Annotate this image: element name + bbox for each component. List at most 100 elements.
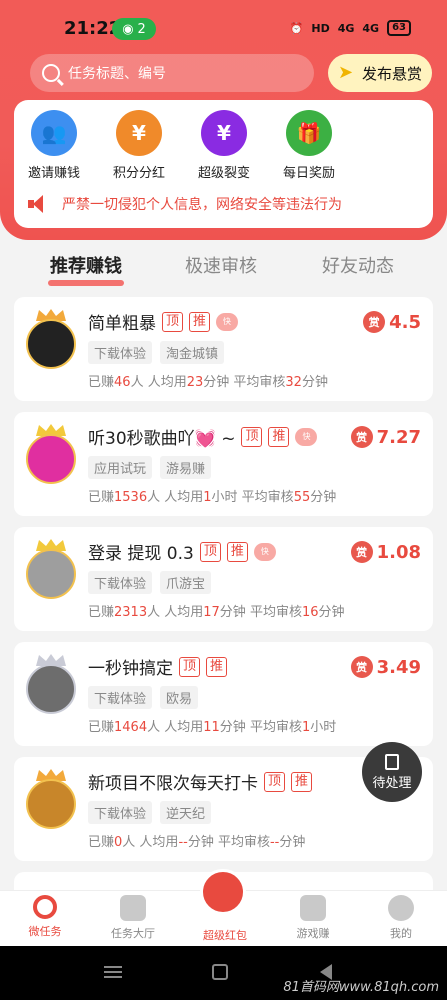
tab-recommended[interactable]: 推荐赚钱	[48, 252, 124, 286]
top-badge: 顶	[241, 426, 263, 447]
nav-label: 游戏赚	[296, 927, 330, 940]
feature-daily[interactable]: 🎁 每日奖励	[269, 110, 349, 181]
feature-points[interactable]: ¥ 积分分红	[99, 110, 179, 181]
tab-fast-review[interactable]: 极速审核	[185, 252, 257, 278]
recommend-badge: 推	[206, 656, 228, 677]
tag-list: 下载体验 爪游宝	[88, 571, 212, 594]
watermark: 81首码网www.81qh.com	[283, 980, 439, 995]
stats-text: 小时	[310, 720, 337, 735]
reward-amount: 1.08	[376, 541, 421, 563]
task-card[interactable]: 登录 提现 0.3 顶 推 快 赏 1.08 下载体验 爪游宝 已赚2313人 …	[14, 527, 433, 631]
stats-text: 已赚	[88, 490, 115, 505]
tab-friend-activity[interactable]: 好友动态	[322, 252, 394, 278]
recommend-badge: 推	[226, 541, 248, 562]
recommend-badge: 推	[268, 426, 290, 447]
avatar	[26, 319, 76, 369]
avatar	[26, 779, 76, 829]
stats-text: 已赚	[88, 720, 115, 735]
stats-text: 分钟	[203, 375, 230, 390]
avg-time: 17	[203, 605, 220, 620]
avg-time: --	[178, 835, 188, 850]
reward-icon: 赏	[350, 426, 373, 448]
avatar	[26, 664, 76, 714]
stats-text: 分钟	[318, 605, 345, 620]
quick-badge-icon: 快	[253, 542, 276, 561]
stats-text: 分钟	[279, 835, 306, 850]
stats-text: 人 人均用	[147, 490, 204, 505]
task-stats: 已赚1464人 人均用11分钟 平均审核1小时	[88, 716, 336, 735]
battery-icon: 63	[387, 20, 411, 36]
stats-text: 人 人均用	[130, 375, 187, 390]
task-title-row: 一秒钟搞定 顶 推	[88, 654, 228, 679]
feature-panel: 👥 邀请赚钱 ¥ 积分分红 ¥ 超级裂变 🎁 每日奖励 严禁一切侵犯个人信息，网…	[14, 100, 433, 228]
signal-icon-1: 4G	[337, 21, 355, 35]
publish-label: 发布悬赏	[361, 64, 422, 83]
pending-button[interactable]: 待处理	[362, 742, 422, 802]
signal-icon-2: 4G	[362, 21, 380, 35]
tab-bar: 推荐赚钱 极速审核 好友动态	[0, 252, 447, 286]
nav-mine[interactable]: 我的	[366, 895, 436, 941]
wifi-pill: ◉ 2	[112, 18, 156, 40]
tag: 下载体验	[88, 571, 153, 594]
search-icon	[42, 64, 60, 82]
publish-reward-button[interactable]: ➤ 发布悬赏	[328, 54, 432, 92]
task-card[interactable]: 简单粗暴 顶 推 快 赏 4.5 下载体验 淘金城镇 已赚46人 人均用23分钟…	[14, 297, 433, 401]
reward-icon: 赏	[350, 656, 373, 678]
nav-game-earn[interactable]: 游戏赚	[278, 895, 348, 941]
home-icon[interactable]	[212, 964, 228, 980]
tag: 淘金城镇	[160, 341, 225, 364]
tag: 下载体验	[88, 801, 153, 824]
search-placeholder: 任务标题、编号	[68, 66, 166, 82]
earned-count: 2313	[114, 605, 148, 620]
reward-amount: 7.27	[376, 426, 421, 448]
top-badge: 顶	[199, 541, 221, 562]
nav-task-hall[interactable]: 任务大厅	[98, 895, 168, 941]
nav-micro-task[interactable]: 微任务	[10, 895, 80, 939]
invite-icon: 👥	[31, 110, 77, 156]
stats-text: 已赚	[88, 375, 115, 390]
recommend-badge: 推	[291, 771, 313, 792]
tag-list: 下载体验 淘金城镇	[88, 341, 225, 364]
reward-icon: 赏	[363, 311, 386, 333]
quick-badge-icon: 快	[295, 427, 318, 446]
tag-list: 下载体验 欧易	[88, 686, 199, 709]
stats-text: 平均审核	[237, 490, 294, 505]
search-input[interactable]: 任务标题、编号	[30, 54, 314, 92]
tag: 应用试玩	[88, 456, 153, 479]
reward: 赏 1.08	[350, 541, 421, 563]
red-envelope-icon[interactable]	[200, 869, 246, 915]
stats-text: 已赚	[88, 605, 115, 620]
stats-text: 人 人均用	[122, 835, 179, 850]
feature-label: 邀请赚钱	[27, 166, 80, 181]
top-badge: 顶	[162, 311, 184, 332]
stats-text: 平均审核	[213, 835, 270, 850]
feature-fission[interactable]: ¥ 超级裂变	[184, 110, 264, 181]
task-title: 简单粗暴	[88, 314, 156, 334]
reward-amount: 3.49	[376, 656, 421, 678]
grid-icon	[120, 895, 146, 921]
tag-list: 应用试玩 游易赚	[88, 456, 212, 479]
task-title: 新项目不限次每天打卡	[88, 774, 258, 794]
tag-list: 下载体验 逆天纪	[88, 801, 212, 824]
stats-text: 分钟	[219, 720, 246, 735]
pending-label: 待处理	[372, 775, 412, 791]
avg-time: 23	[186, 375, 204, 390]
review-time: 1	[301, 720, 311, 735]
nav-label: 微任务	[28, 925, 62, 938]
review-time: 55	[293, 490, 311, 505]
top-badge: 顶	[264, 771, 286, 792]
menu-icon[interactable]	[104, 966, 122, 978]
nav-label: 任务大厅	[111, 927, 155, 940]
task-card[interactable]: 一秒钟搞定 顶 推 赏 3.49 下载体验 欧易 已赚1464人 人均用11分钟…	[14, 642, 433, 746]
task-card[interactable]: 听30秒歌曲吖💓 ~ 顶 推 快 赏 7.27 应用试玩 游易赚 已赚1536人…	[14, 412, 433, 516]
task-title-row: 新项目不限次每天打卡 顶 推	[88, 769, 313, 794]
alarm-icon: ⏰	[289, 21, 304, 35]
reward: 赏 4.5	[363, 311, 421, 333]
task-title-row: 登录 提现 0.3 顶 推 快	[88, 539, 276, 564]
top-badge: 顶	[179, 656, 201, 677]
stats-text: 平均审核	[245, 605, 302, 620]
earned-count: 46	[114, 375, 131, 390]
feature-invite[interactable]: 👥 邀请赚钱	[14, 110, 94, 181]
nav-super-red-envelope[interactable]: 超级红包	[190, 927, 260, 943]
task-stats: 已赚46人 人均用23分钟 平均审核32分钟	[88, 371, 328, 390]
